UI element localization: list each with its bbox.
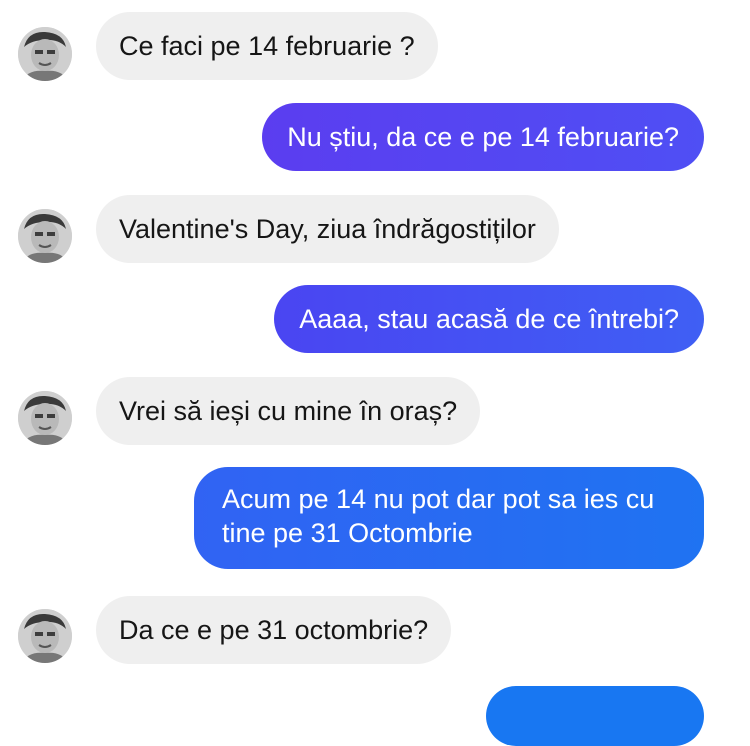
message-bubble-outgoing-partial[interactable] [486,686,704,746]
message-bubble-outgoing[interactable]: Nu știu, da ce e pe 14 februarie? [262,103,704,171]
sender-avatar[interactable] [18,27,72,81]
person-photo-icon [18,391,72,445]
sender-avatar[interactable] [18,609,72,663]
person-photo-icon [18,209,72,263]
message-bubble-incoming[interactable]: Vrei să ieși cu mine în oraș? [96,377,481,445]
sender-avatar[interactable] [18,391,72,445]
sender-avatar[interactable] [18,209,72,263]
person-photo-icon [18,609,72,663]
message-bubble-outgoing[interactable]: Acum pe 14 nu pot dar pot sa ies cu tine… [194,467,704,569]
message-bubble-incoming[interactable]: Ce faci pe 14 februarie ? [96,12,438,80]
message-bubble-incoming[interactable]: Da ce e pe 31 octombrie? [96,596,452,664]
message-bubble-outgoing[interactable]: Aaaa, stau acasă de ce întrebi? [274,285,704,353]
message-bubble-incoming[interactable]: Valentine's Day, ziua îndrăgostiților [96,195,559,263]
person-photo-icon [18,27,72,81]
